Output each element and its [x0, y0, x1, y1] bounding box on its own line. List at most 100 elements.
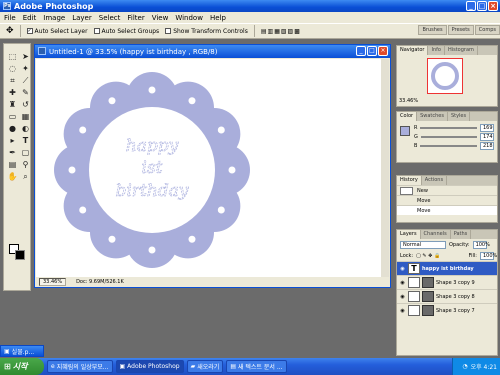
- minimize-button[interactable]: _: [466, 1, 476, 11]
- badge-hole: [188, 97, 196, 105]
- history-item[interactable]: New: [397, 185, 497, 195]
- tab-navigator[interactable]: Navigator: [397, 46, 429, 55]
- windows-logo-icon: ⊞: [4, 362, 11, 371]
- layer-row[interactable]: ◉ Shape 3 copy 8: [397, 289, 497, 303]
- checkbox-icon[interactable]: [165, 28, 172, 34]
- menu-file[interactable]: File: [4, 14, 16, 22]
- layer-row[interactable]: ◉ Shape 3 copy 7: [397, 303, 497, 317]
- badge-text-line-3: birthday: [116, 181, 189, 201]
- background-color-swatch[interactable]: [15, 250, 25, 260]
- b-value[interactable]: 218: [480, 141, 494, 150]
- minimized-window[interactable]: ▣ 실물.p...: [0, 345, 44, 357]
- layer-row[interactable]: ◉ Shape 3 copy 9: [397, 275, 497, 289]
- b-slider[interactable]: [420, 144, 477, 147]
- r-slider[interactable]: [420, 126, 477, 129]
- blur-tool-icon[interactable]: ●: [7, 124, 18, 134]
- doc-maximize-button[interactable]: □: [367, 46, 377, 56]
- doc-close-button[interactable]: ×: [378, 46, 388, 56]
- vertical-scrollbar[interactable]: [381, 59, 389, 277]
- layer-name: happy ist birthday: [422, 265, 474, 272]
- eyedropper-icon[interactable]: ⚲: [20, 160, 31, 170]
- canvas[interactable]: happy ist birthday: [36, 59, 382, 277]
- tray-icon[interactable]: ◔: [462, 363, 467, 370]
- taskbar-item[interactable]: e 지혜림의 일상부모...: [47, 360, 113, 373]
- taskbar-item[interactable]: ▰ 새오라기: [186, 360, 224, 373]
- menu-select[interactable]: Select: [99, 14, 121, 22]
- layer-row[interactable]: ◉ T happy ist birthday: [397, 261, 497, 275]
- zoom-tool-icon[interactable]: ⌕: [20, 172, 31, 182]
- eye-icon[interactable]: ◉: [399, 280, 406, 286]
- eraser-tool-icon[interactable]: ▭: [7, 112, 18, 122]
- eye-icon[interactable]: ◉: [399, 266, 406, 272]
- auto-select-groups-option[interactable]: Auto Select Groups: [93, 28, 159, 35]
- blend-mode-select[interactable]: Normal: [400, 240, 446, 249]
- task-label: 새 텍스트 문서 ...: [237, 364, 283, 371]
- move-tool-icon[interactable]: ➤: [20, 52, 31, 62]
- menu-image[interactable]: Image: [43, 14, 65, 22]
- doc-minimize-button[interactable]: _: [356, 46, 366, 56]
- stamp-tool-icon[interactable]: ♜: [7, 100, 18, 110]
- navigator-thumbnail[interactable]: [427, 58, 463, 94]
- menu-edit[interactable]: Edit: [23, 14, 37, 22]
- marquee-tool-icon[interactable]: ⬚: [7, 52, 18, 62]
- g-slider[interactable]: [420, 135, 477, 138]
- show-transform-controls-option[interactable]: Show Transform Controls: [165, 28, 248, 35]
- tab-history[interactable]: History: [397, 176, 422, 185]
- align-icons[interactable]: ▤▥▦▧▨▩: [261, 28, 301, 35]
- tab-layers[interactable]: Layers: [397, 230, 421, 239]
- magic-wand-icon[interactable]: ✦: [20, 64, 31, 74]
- lasso-tool-icon[interactable]: ◌: [7, 64, 18, 74]
- move-tool-icon[interactable]: ✥: [6, 26, 14, 36]
- menu-help[interactable]: Help: [210, 14, 226, 22]
- taskbar-item[interactable]: ▣ Adobe Photoshop: [115, 360, 184, 373]
- opacity-value[interactable]: 100%: [472, 240, 490, 249]
- auto-select-layer-option[interactable]: ✓ Auto Select Layer: [26, 28, 88, 35]
- history-item[interactable]: Move: [397, 205, 497, 215]
- palette-well-brushes[interactable]: Brushes: [418, 25, 447, 35]
- start-button[interactable]: ⊞ 시작: [0, 358, 44, 375]
- tab-color[interactable]: Color: [397, 112, 418, 121]
- hand-tool-icon[interactable]: ✋: [7, 172, 18, 182]
- slice-tool-icon[interactable]: ⟋: [20, 76, 31, 86]
- history-brush-icon[interactable]: ↺: [20, 100, 31, 110]
- crop-tool-icon[interactable]: ⌗: [7, 76, 18, 86]
- r-value[interactable]: 169: [480, 123, 494, 132]
- tab-paths[interactable]: Paths: [451, 230, 472, 239]
- menu-view[interactable]: View: [152, 14, 169, 22]
- menu-filter[interactable]: Filter: [127, 14, 144, 22]
- palette-well-presets[interactable]: Presets: [447, 25, 474, 35]
- taskbar-item[interactable]: ▤ 새 텍스트 문서 ...: [226, 360, 287, 373]
- menu-window[interactable]: Window: [175, 14, 203, 22]
- brush-tool-icon[interactable]: ✎: [20, 88, 31, 98]
- healing-brush-icon[interactable]: ✚: [7, 88, 18, 98]
- close-button[interactable]: ×: [488, 1, 498, 11]
- pen-tool-icon[interactable]: ✒: [7, 148, 18, 158]
- eye-icon[interactable]: ◉: [399, 294, 406, 300]
- type-tool-icon[interactable]: T: [20, 136, 31, 146]
- zoom-level[interactable]: 33.46%: [39, 277, 67, 286]
- checkbox-icon[interactable]: [93, 28, 100, 34]
- maximize-button[interactable]: □: [477, 1, 487, 11]
- tab-info[interactable]: Info: [428, 46, 445, 55]
- checkbox-icon[interactable]: ✓: [26, 28, 33, 34]
- fill-value[interactable]: 100%: [480, 251, 497, 260]
- gradient-tool-icon[interactable]: ▦: [20, 112, 31, 122]
- history-item[interactable]: Move: [397, 195, 497, 205]
- tab-swatches[interactable]: Swatches: [417, 112, 448, 121]
- navigator-panel: Navigator Info Histogram 33.46%: [396, 45, 498, 107]
- lock-icons[interactable]: ▢ ✎ ✥ 🔒: [416, 253, 440, 259]
- path-select-icon[interactable]: ▸: [7, 136, 18, 146]
- tab-styles[interactable]: Styles: [448, 112, 471, 121]
- eye-icon[interactable]: ◉: [399, 308, 406, 314]
- tab-actions[interactable]: Actions: [422, 176, 448, 185]
- shape-tool-icon[interactable]: ▢: [20, 148, 31, 158]
- tab-histogram[interactable]: Histogram: [445, 46, 478, 55]
- tab-channels[interactable]: Channels: [421, 230, 451, 239]
- blend-row: Normal Opacity: 100%: [397, 239, 497, 250]
- g-value[interactable]: 174: [480, 132, 494, 141]
- palette-well-comps[interactable]: Comps: [474, 25, 500, 35]
- dodge-tool-icon[interactable]: ◐: [20, 124, 31, 134]
- notes-tool-icon[interactable]: ▤: [7, 160, 18, 170]
- current-color-swatch[interactable]: [400, 126, 410, 136]
- menu-layer[interactable]: Layer: [72, 14, 92, 22]
